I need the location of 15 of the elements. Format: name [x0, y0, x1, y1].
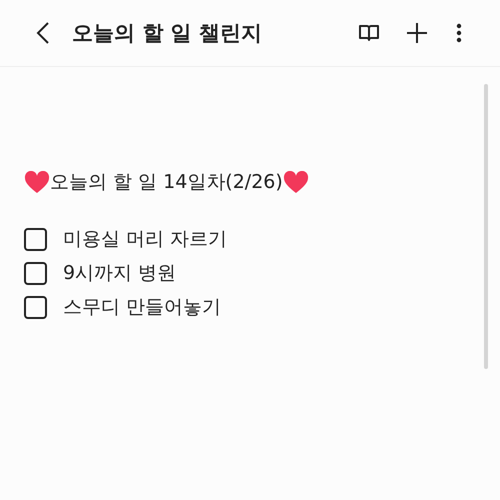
- task-text: 스무디 만들어놓기: [63, 295, 222, 320]
- checkbox[interactable]: [24, 228, 47, 250]
- note-title: 오늘의 할 일 챌린지: [72, 20, 263, 47]
- scrollbar[interactable]: [484, 84, 488, 369]
- more-icon[interactable]: [456, 23, 462, 43]
- add-icon[interactable]: [406, 22, 428, 44]
- back-icon[interactable]: [36, 21, 50, 45]
- note-heading: 오늘의 할 일 14일차(2/26): [50, 170, 283, 195]
- heart-icon: [24, 170, 50, 194]
- heart-icon: [282, 170, 309, 194]
- task-text: 9시까지 병원: [63, 261, 176, 286]
- checkbox[interactable]: [24, 296, 47, 318]
- book-icon[interactable]: [358, 24, 380, 42]
- checkbox[interactable]: [24, 262, 47, 284]
- task-text: 미용실 머리 자르기: [63, 227, 228, 252]
